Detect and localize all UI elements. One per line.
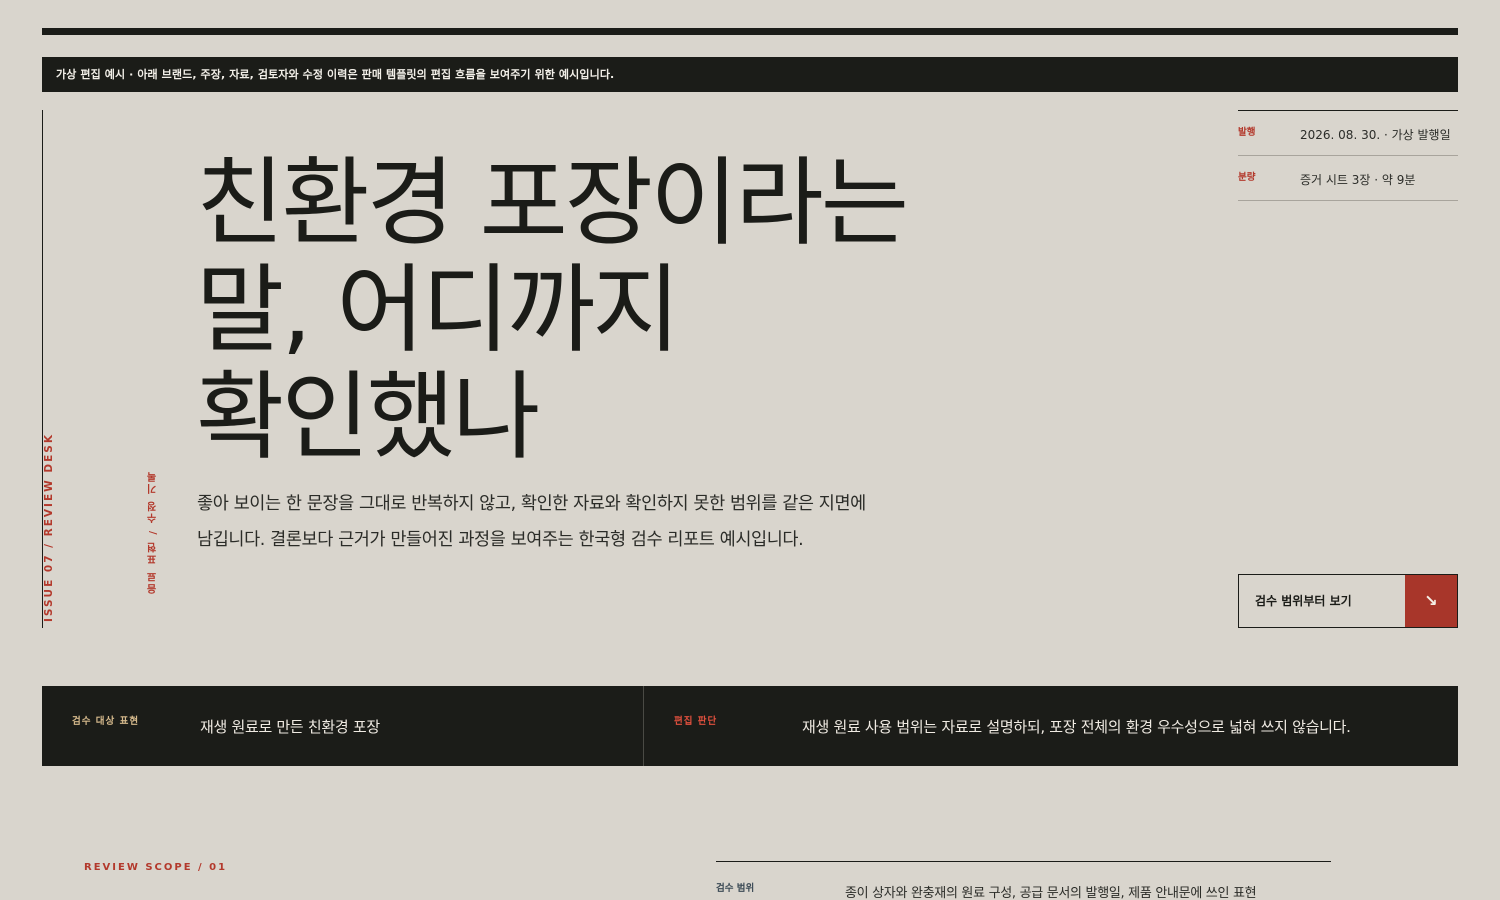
view-scope-button[interactable]: 검수 범위부터 보기 ↘ — [1238, 574, 1458, 628]
notice-bar: 가상 편집 예시 · 아래 브랜드, 주장, 자료, 검토자와 수정 이력은 판… — [42, 57, 1458, 92]
verdict-bar: 검수 대상 표현 재생 원료로 만든 친환경 포장 편집 판단 재생 원료 사용… — [42, 686, 1458, 766]
verdict-target-label: 검수 대상 표현 — [72, 716, 140, 727]
meta-label: 발행 — [1238, 127, 1256, 138]
verdict-judgment-label: 편집 판단 — [674, 716, 718, 727]
scope-rule — [716, 861, 1331, 862]
arrow-down-right-icon: ↘ — [1405, 575, 1457, 627]
scope-text: 종이 상자와 완충재의 원료 구성, 공급 문서의 발행일, 제품 안내문에 쓰… — [845, 886, 1257, 900]
hero-title-line: 말, 어디까지 — [196, 254, 681, 366]
verdict-judgment: 편집 판단 재생 원료 사용 범위는 자료로 설명하되, 포장 전체의 환경 우… — [644, 686, 1458, 766]
hero-lede-line: 좋아 보이는 한 문장을 그대로 반복하지 않고, 확인한 자료와 확인하지 못… — [197, 494, 866, 514]
page: 가상 편집 예시 · 아래 브랜드, 주장, 자료, 검토자와 수정 이력은 판… — [0, 0, 1500, 900]
meta-value: 증거 시트 3장 · 약 9분 — [1300, 173, 1416, 187]
hero-lede-line: 남깁니다. 결론보다 근거가 만들어진 과정을 보여주는 한국형 검수 리포트 … — [197, 530, 804, 550]
meta-value: 2026. 08. 30. · 가상 발행일 — [1300, 128, 1451, 142]
hero-lede: 좋아 보이는 한 문장을 그대로 반복하지 않고, 확인한 자료와 확인하지 못… — [197, 486, 957, 558]
issue-label: ISSUE 07 / REVIEW DESK — [43, 433, 55, 622]
meta-row-length: 분량 증거 시트 3장 · 약 9분 — [1238, 156, 1458, 201]
meta-list: 발행 2026. 08. 30. · 가상 발행일 분량 증거 시트 3장 · … — [1238, 110, 1458, 201]
verdict-judgment-text: 재생 원료 사용 범위는 자료로 설명하되, 포장 전체의 환경 우수성으로 넓… — [802, 718, 1351, 736]
hero-title: 친환경 포장이라는 말, 어디까지 확인했나 — [196, 150, 1096, 471]
verdict-target: 검수 대상 표현 재생 원료로 만든 친환경 포장 — [42, 686, 644, 766]
hero-title-line: 친환경 포장이라는 — [196, 147, 909, 259]
scope-label: 검수 범위 — [716, 883, 755, 894]
scope-kicker: REVIEW SCOPE / 01 — [84, 862, 228, 873]
meta-row-publish: 발행 2026. 08. 30. · 가상 발행일 — [1238, 111, 1458, 156]
section-vertical-label: 음료 표현 / 수정 기록 — [148, 470, 159, 594]
view-scope-button-label: 검수 범위부터 보기 — [1255, 594, 1352, 608]
hero-title-line: 확인했나 — [196, 361, 540, 473]
top-rule — [42, 28, 1458, 35]
meta-label: 분량 — [1238, 172, 1256, 183]
verdict-target-text: 재생 원료로 만든 친환경 포장 — [200, 718, 380, 736]
